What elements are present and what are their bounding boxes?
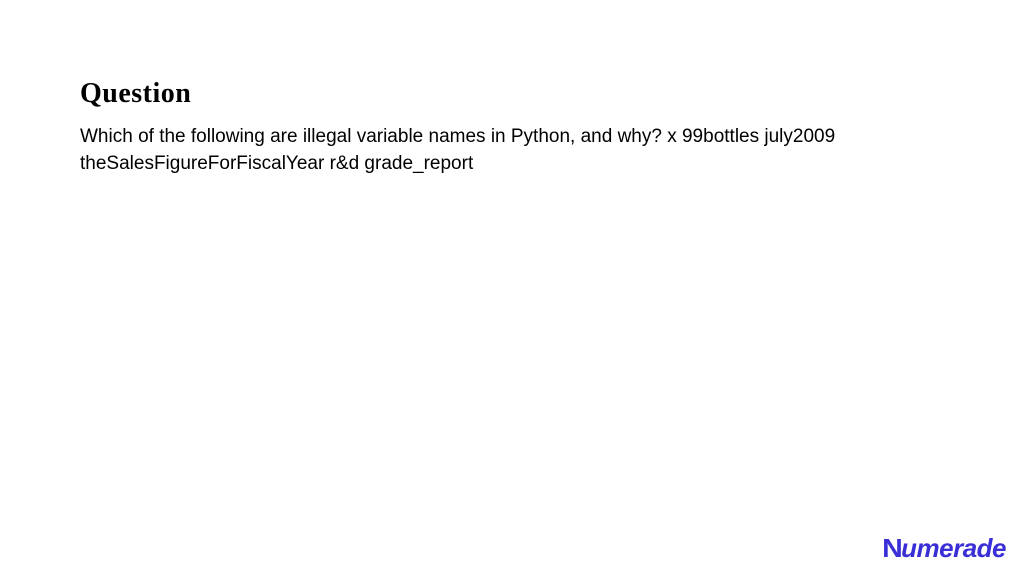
brand-text: umerade (901, 533, 1006, 563)
question-container: Question Which of the following are ille… (0, 0, 1024, 177)
brand-logo: Numerade (883, 533, 1006, 564)
question-heading: Question (80, 78, 944, 110)
question-body: Which of the following are illegal varia… (80, 124, 940, 177)
